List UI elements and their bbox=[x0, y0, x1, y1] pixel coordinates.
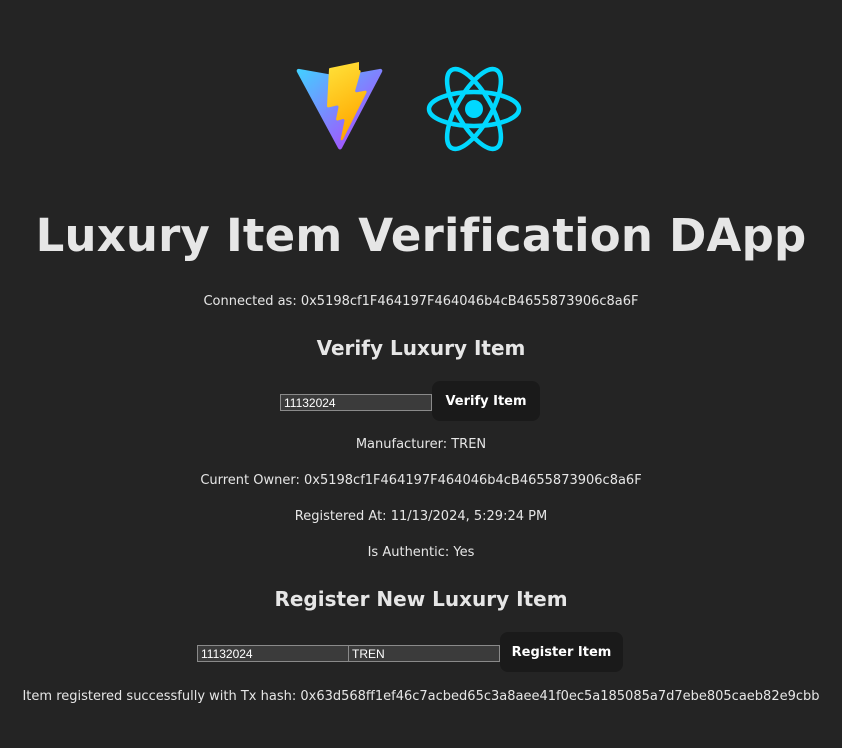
current-owner-text: Current Owner: 0x5198cf1F464197F464046b4… bbox=[200, 473, 642, 488]
verify-item-button[interactable]: Verify Item bbox=[432, 381, 540, 421]
is-authentic-text: Is Authentic: Yes bbox=[367, 545, 475, 560]
app-root: Luxury Item Verification DApp Connected … bbox=[0, 0, 842, 748]
registration-status-message: Item registered successfully with Tx has… bbox=[22, 689, 820, 704]
verify-form: Verify Item bbox=[0, 381, 842, 421]
verify-section-heading: Verify Luxury Item bbox=[316, 336, 526, 360]
register-item-id-input[interactable] bbox=[197, 645, 349, 662]
register-section-heading: Register New Luxury Item bbox=[274, 587, 568, 611]
logo-row bbox=[0, 62, 842, 158]
register-form: Register Item bbox=[0, 632, 842, 672]
manufacturer-text: Manufacturer: TREN bbox=[355, 437, 487, 452]
react-logo-icon[interactable] bbox=[424, 64, 524, 154]
page-title: Luxury Item Verification DApp bbox=[35, 209, 807, 262]
registered-at-text: Registered At: 11/13/2024, 5:29:24 PM bbox=[294, 509, 548, 524]
verify-item-id-input[interactable] bbox=[280, 394, 432, 411]
register-manufacturer-input[interactable] bbox=[348, 645, 500, 662]
connected-account-text: Connected as: 0x5198cf1F464197F464046b4c… bbox=[203, 294, 639, 309]
register-item-button[interactable]: Register Item bbox=[500, 632, 623, 672]
vite-logo-icon[interactable] bbox=[296, 62, 384, 152]
